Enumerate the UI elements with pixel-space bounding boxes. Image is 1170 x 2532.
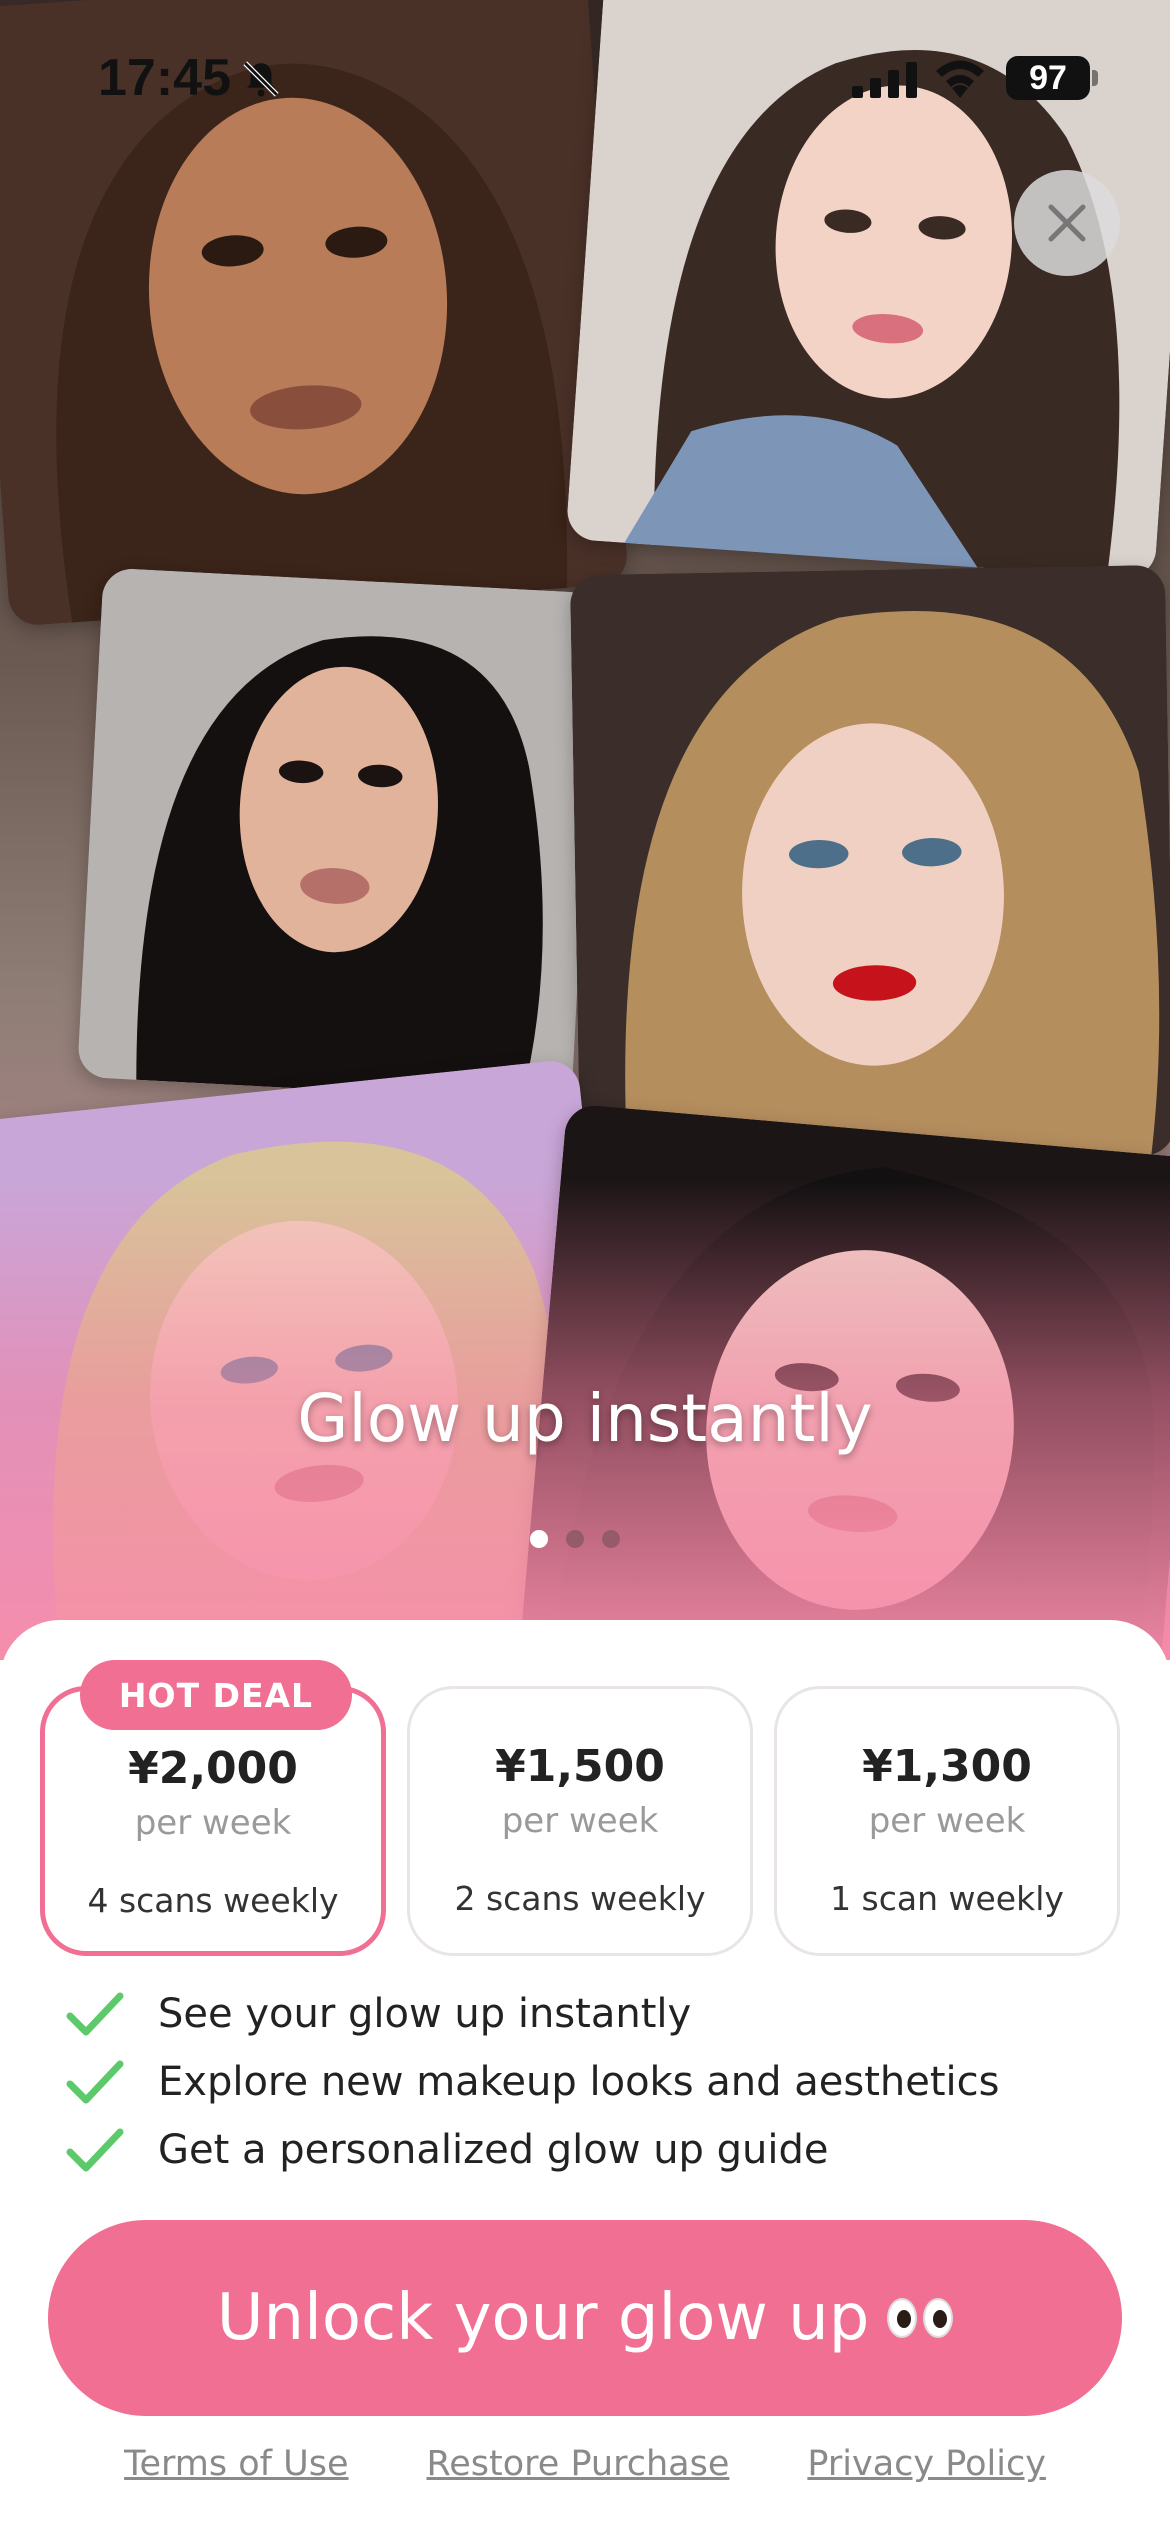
- restore-purchase-link[interactable]: Restore Purchase: [427, 2444, 730, 2484]
- wifi-icon: [936, 60, 984, 98]
- feature-text: See your glow up instantly: [158, 1991, 692, 2037]
- hero-gallery: Glow up instantly: [0, 0, 1170, 1660]
- hero-title: Glow up instantly: [297, 1380, 873, 1457]
- feature-item: Explore new makeup looks and aesthetics: [66, 2048, 999, 2116]
- plan-price: ¥2,000: [128, 1743, 298, 1794]
- plan-price: ¥1,500: [495, 1741, 665, 1792]
- feature-item: See your glow up instantly: [66, 1980, 999, 2048]
- bell-muted-icon: [243, 61, 279, 97]
- check-icon: [66, 2128, 124, 2172]
- cellular-signal-icon: [852, 62, 917, 98]
- plan-option-weekly-2[interactable]: ¥1,500 per week 2 scans weekly: [407, 1686, 753, 1956]
- feature-text: Get a personalized glow up guide: [158, 2127, 829, 2173]
- battery-tip: [1092, 70, 1098, 86]
- paywall-sheet: ¥2,000 per week 4 scans weekly HOT DEAL …: [0, 1620, 1170, 2532]
- feature-list: See your glow up instantly Explore new m…: [66, 1980, 999, 2184]
- unlock-button[interactable]: Unlock your glow up: [48, 2220, 1122, 2416]
- privacy-policy-link[interactable]: Privacy Policy: [807, 2444, 1046, 2484]
- carousel-dot[interactable]: [566, 1530, 584, 1548]
- gallery-photo-3: [76, 567, 599, 1103]
- plan-scans: 1 scan weekly: [830, 1879, 1064, 1918]
- check-icon: [66, 1992, 124, 2036]
- carousel-pagination[interactable]: [530, 1530, 620, 1548]
- close-button[interactable]: [1014, 170, 1120, 276]
- gallery-photo-4: [569, 564, 1170, 1166]
- terms-link[interactable]: Terms of Use: [124, 2444, 348, 2484]
- close-icon: [1048, 204, 1086, 242]
- portrait-illustration: [569, 564, 1170, 1166]
- feature-item: Get a personalized glow up guide: [66, 2116, 999, 2184]
- battery-icon: 97: [1006, 56, 1090, 100]
- plan-option-weekly-1[interactable]: ¥1,300 per week 1 scan weekly: [774, 1686, 1120, 1956]
- feature-text: Explore new makeup looks and aesthetics: [158, 2059, 1000, 2105]
- plan-scans: 2 scans weekly: [454, 1879, 706, 1918]
- eye-shape: [923, 2298, 954, 2338]
- eyes-emoji-icon: [887, 2298, 954, 2338]
- status-bar: 17:45 97: [0, 0, 1170, 150]
- status-time: 17:45: [98, 49, 231, 107]
- portrait-illustration: [76, 567, 599, 1103]
- plan-period: per week: [134, 1803, 292, 1843]
- eye-shape: [887, 2298, 918, 2338]
- hot-deal-badge: HOT DEAL: [80, 1660, 352, 1730]
- plan-period: per week: [501, 1801, 659, 1841]
- plan-scans: 4 scans weekly: [87, 1881, 339, 1920]
- unlock-button-label: Unlock your glow up: [216, 2281, 870, 2355]
- check-icon: [66, 2060, 124, 2104]
- footer-links: Terms of Use Restore Purchase Privacy Po…: [0, 2444, 1170, 2484]
- carousel-dot[interactable]: [530, 1530, 548, 1548]
- plan-period: per week: [868, 1801, 1026, 1841]
- plan-price: ¥1,300: [862, 1741, 1032, 1792]
- carousel-dot[interactable]: [602, 1530, 620, 1548]
